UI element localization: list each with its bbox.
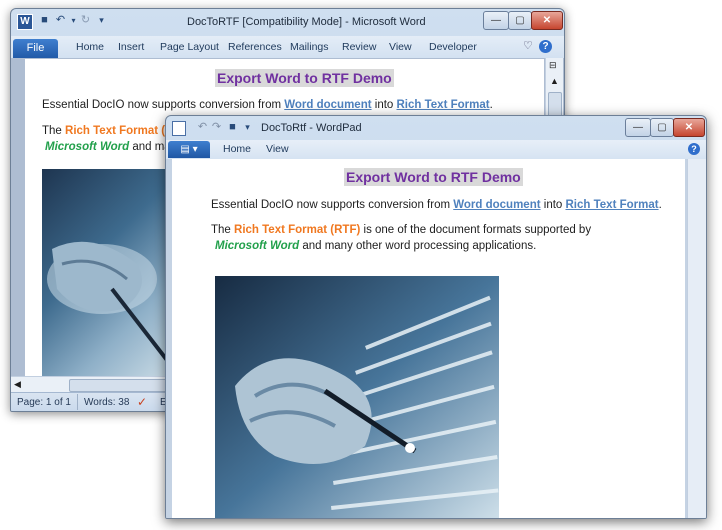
tab-home[interactable]: Home [76, 41, 104, 53]
wp-doc-line-3: Microsoft Word and many other word proce… [215, 240, 537, 252]
wordpad-close-button[interactable]: ✕ [673, 118, 705, 137]
wp-doc-heading: Export Word to RTF Demo [344, 168, 523, 186]
ruler-toggle-icon[interactable]: ⊟ [549, 60, 557, 71]
save-icon[interactable]: ■ [38, 14, 51, 27]
wordpad-maximize-button[interactable]: ▢ [650, 118, 674, 137]
word-maximize-button[interactable]: ▢ [508, 11, 532, 30]
word-window-title: DocToRTF [Compatibility Mode] - Microsof… [187, 16, 426, 28]
word-titlebar: W ■ ↶ ▾ ↻ ▾ DocToRTF [Compatibility Mode… [11, 9, 564, 36]
wordpad-window-title: DocToRtf - WordPad [261, 122, 362, 134]
wordpad-app-icon[interactable] [172, 121, 186, 136]
word-doc-line-1: Essential DocIO now supports conversion … [42, 99, 493, 111]
status-page[interactable]: Page: 1 of 1 [17, 397, 71, 408]
tab-review[interactable]: Review [342, 41, 376, 53]
word-ribbon-tabs: File Home Insert Page Layout References … [11, 36, 564, 59]
wp-help-icon[interactable]: ? [688, 143, 700, 155]
tab-mailings[interactable]: Mailings [290, 41, 329, 53]
hscroll-thumb[interactable] [69, 379, 171, 392]
proofing-icon[interactable]: ✓ [137, 395, 147, 409]
word-doc-image [42, 169, 172, 377]
wordpad-titlebar: ↶ ↷ ■ ▾ DocToRtf - WordPad — ▢ ✕ [166, 116, 706, 140]
word-horizontal-scrollbar[interactable]: ◀ [11, 376, 171, 393]
scroll-left-icon[interactable]: ◀ [14, 379, 21, 390]
status-words[interactable]: Words: 38 [84, 397, 129, 408]
minimize-ribbon-icon[interactable]: ♡ [523, 39, 533, 52]
scroll-up-icon[interactable]: ▲ [550, 76, 559, 86]
word-doc-heading: Export Word to RTF Demo [215, 69, 394, 87]
word-doc-line-2: The Rich Text Format (RT [42, 125, 181, 137]
undo-icon[interactable]: ↶ [54, 14, 67, 27]
wordpad-page[interactable]: Export Word to RTF Demo Essential DocIO … [172, 159, 685, 518]
wp-save-icon[interactable]: ■ [226, 121, 239, 134]
tab-page-layout[interactable]: Page Layout [160, 41, 219, 53]
tab-view[interactable]: View [389, 41, 412, 53]
wp-customize-qat-icon[interactable]: ▾ [241, 121, 254, 134]
wp-undo-icon[interactable]: ↶ [196, 121, 209, 134]
wordpad-ribbon-tabs: ▤ ▾ Home View ? [166, 140, 706, 160]
tab-references[interactable]: References [228, 41, 282, 53]
wp-doc-line-1: Essential DocIO now supports conversion … [211, 199, 662, 211]
customize-qat-icon[interactable]: ▾ [95, 14, 108, 27]
wordpad-vertical-scrollbar[interactable] [687, 159, 706, 518]
status-divider [77, 394, 78, 410]
tab-insert[interactable]: Insert [118, 41, 144, 53]
wp-tab-home[interactable]: Home [223, 143, 251, 155]
word-app-icon[interactable]: W [17, 14, 33, 30]
wordpad-window: ↶ ↷ ■ ▾ DocToRtf - WordPad — ▢ ✕ ▤ ▾ Hom… [165, 115, 707, 519]
wp-redo-icon[interactable]: ↷ [210, 121, 223, 134]
wp-tab-view[interactable]: View [266, 143, 289, 155]
tab-file[interactable]: File [13, 39, 58, 58]
redo-icon[interactable]: ↻ [79, 14, 92, 27]
wordpad-menu-button[interactable]: ▤ ▾ [168, 141, 210, 158]
word-close-button[interactable]: ✕ [531, 11, 563, 30]
wp-doc-image [215, 276, 499, 518]
word-doc-line-3: Microsoft Word and many [45, 141, 183, 153]
word-minimize-button[interactable]: — [483, 11, 509, 30]
help-icon[interactable]: ? [539, 40, 552, 53]
wp-doc-line-2: The Rich Text Format (RTF) is one of the… [211, 224, 592, 236]
tab-developer[interactable]: Developer [429, 41, 477, 53]
wordpad-minimize-button[interactable]: — [625, 118, 651, 137]
